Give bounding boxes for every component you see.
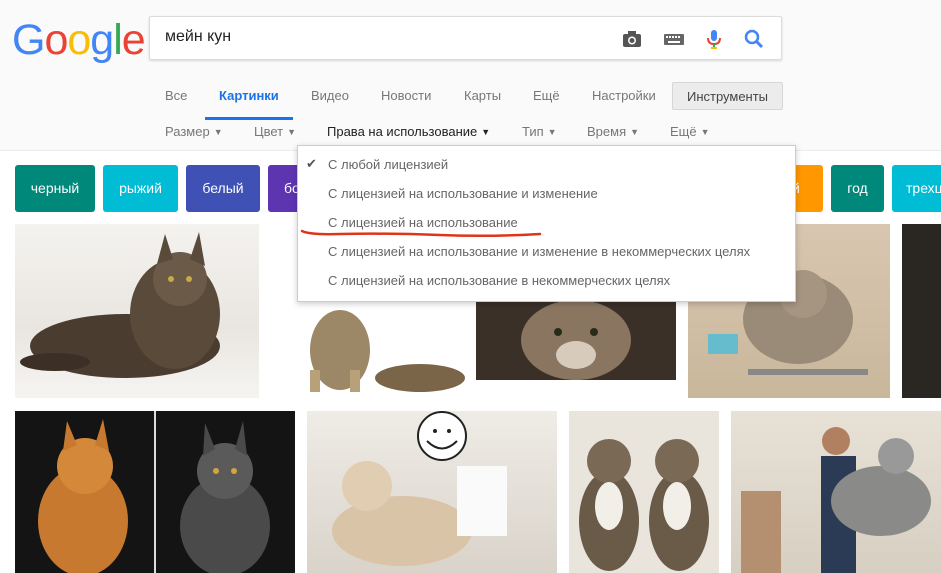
filter-size[interactable]: Размер ▼ <box>165 124 223 139</box>
tab-settings[interactable]: Настройки <box>592 86 656 120</box>
tab-video[interactable]: Видео <box>311 86 349 120</box>
filter-label: Права на использование <box>327 124 478 139</box>
tab-maps[interactable]: Карты <box>464 86 501 120</box>
chip-year[interactable]: год <box>831 165 884 212</box>
image-result[interactable] <box>902 224 941 398</box>
checkmark-icon: ✔ <box>306 156 317 171</box>
chip-black[interactable]: черный <box>15 165 95 212</box>
caret-down-icon: ▼ <box>287 127 297 137</box>
filter-label: Размер <box>165 124 210 139</box>
search-tabs: Все Картинки Видео Новости Карты Ещё Нас… <box>0 86 941 122</box>
search-box[interactable]: мейн кун <box>149 16 782 60</box>
caret-down-icon: ▼ <box>700 127 710 137</box>
image-result[interactable] <box>476 300 676 380</box>
keyboard-icon[interactable] <box>663 28 685 50</box>
caret-down-icon: ▼ <box>547 127 557 137</box>
logo-letter: e <box>121 16 146 64</box>
mic-icon[interactable] <box>703 28 725 50</box>
red-underline-annotation <box>300 229 542 238</box>
image-result[interactable] <box>15 411 295 573</box>
menu-item-any-license[interactable]: С любой лицензией <box>328 157 448 172</box>
camera-icon[interactable] <box>621 28 643 50</box>
tools-button[interactable]: Инструменты <box>672 82 783 110</box>
logo-letter: o <box>44 16 68 64</box>
filter-label: Тип <box>522 124 544 139</box>
filter-label: Время <box>587 124 627 139</box>
filter-bar: Размер ▼ Цвет ▼ Права на использование ▼ Ти… <box>0 124 941 144</box>
filter-time[interactable]: Время ▼ <box>587 124 639 139</box>
logo-letter: o <box>67 16 91 64</box>
logo-letter: l <box>113 16 123 64</box>
google-logo[interactable]: Google <box>12 16 146 65</box>
filter-label: Ещё <box>670 124 697 139</box>
filter-label: Цвет <box>254 124 284 139</box>
search-input[interactable]: мейн кун <box>165 28 231 46</box>
tab-images[interactable]: Картинки <box>205 86 293 120</box>
caret-down-icon: ▼ <box>213 127 223 137</box>
chip-white[interactable]: белый <box>186 165 260 212</box>
tab-news[interactable]: Новости <box>381 86 431 120</box>
image-result[interactable] <box>270 300 470 398</box>
image-result[interactable] <box>307 411 557 573</box>
logo-letter: G <box>12 16 45 64</box>
usage-rights-menu: ✔ С любой лицензией С лицензией на испол… <box>297 145 796 302</box>
menu-item-reuse-modify-noncommercial[interactable]: С лицензией на использование и изменение… <box>328 244 750 259</box>
filter-type[interactable]: Тип ▼ <box>522 124 557 139</box>
filter-color[interactable]: Цвет ▼ <box>254 124 296 139</box>
chip-red[interactable]: рыжий <box>103 165 178 212</box>
filter-usage-rights[interactable]: Права на использование ▼ <box>327 124 490 139</box>
image-result[interactable] <box>15 224 259 398</box>
image-result[interactable] <box>569 411 719 573</box>
filter-more[interactable]: Ещё ▼ <box>670 124 710 139</box>
caret-down-icon: ▼ <box>630 127 640 137</box>
logo-letter: g <box>90 16 114 64</box>
image-result[interactable] <box>731 411 941 573</box>
search-icon[interactable] <box>743 28 765 50</box>
chip-tricolor[interactable]: трехц <box>892 165 941 212</box>
caret-down-icon: ▼ <box>481 127 491 137</box>
menu-item-reuse-modify[interactable]: С лицензией на использование и изменение <box>328 186 598 201</box>
tab-all[interactable]: Все <box>165 86 187 120</box>
menu-item-reuse-noncommercial[interactable]: С лицензией на использование в некоммерч… <box>328 273 670 288</box>
tab-more[interactable]: Ещё <box>533 86 560 120</box>
search-header: Google мейн кун Все Картинки Видео Новос… <box>0 0 941 151</box>
